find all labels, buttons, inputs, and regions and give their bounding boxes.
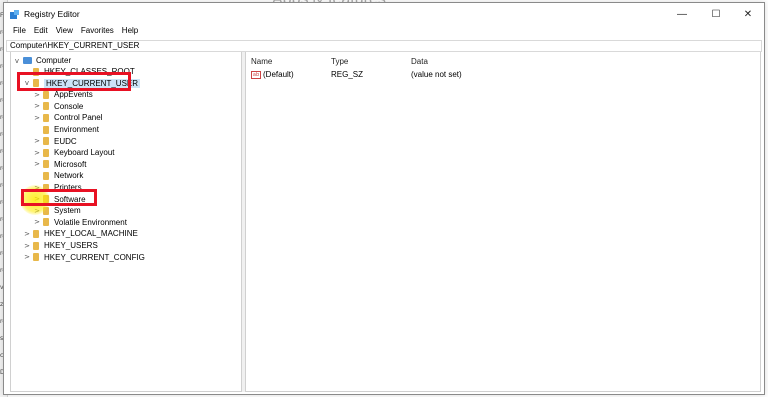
maximize-button[interactable]: ☐ — [701, 6, 731, 22]
chevron-right-icon[interactable]: > — [23, 242, 31, 250]
tree-item-computer[interactable]: v Computer — [13, 55, 71, 66]
annotation-box-current-user — [17, 72, 131, 91]
address-bar[interactable]: Computer\HKEY_CURRENT_USER — [6, 40, 762, 52]
menu-file[interactable]: File — [9, 25, 30, 39]
tree-item-eudc[interactable]: > EUDC — [33, 136, 77, 147]
tree-item-label: Volatile Environment — [54, 217, 127, 227]
tree-item-label: Console — [54, 101, 84, 111]
chevron-right-icon[interactable]: > — [33, 160, 41, 168]
folder-icon — [43, 148, 49, 157]
column-header-type[interactable]: Type — [331, 57, 348, 66]
tree-item-label: System — [54, 206, 81, 216]
tree-item-label: Keyboard Layout — [54, 148, 115, 158]
folder-icon — [43, 171, 49, 180]
tree-item-label: HKEY_LOCAL_MACHINE — [44, 229, 138, 239]
tree-item-hkey-current-config[interactable]: > HKEY_CURRENT_CONFIG — [23, 252, 145, 263]
tree-item-label: AppEvents — [54, 90, 93, 100]
chevron-right-icon[interactable]: > — [33, 102, 41, 110]
value-data: (value not set) — [411, 70, 462, 79]
folder-icon — [43, 90, 49, 99]
tree-item-microsoft[interactable]: > Microsoft — [33, 159, 86, 170]
folder-icon — [43, 160, 49, 169]
minimize-button[interactable]: — — [667, 6, 697, 22]
chevron-right-icon[interactable]: > — [33, 218, 41, 226]
tree-item-keyboard-layout[interactable]: > Keyboard Layout — [33, 147, 115, 158]
menu-bar: File Edit View Favorites Help — [4, 25, 764, 39]
value-name: (Default) — [263, 70, 294, 79]
registry-tree-pane[interactable]: v Computer HKEY_CLASSES_ROOT v HKEY_CURRENT_… — [10, 52, 242, 392]
folder-icon — [43, 218, 49, 227]
string-value-icon: ab — [251, 70, 261, 79]
menu-edit[interactable]: Edit — [30, 25, 52, 39]
folder-icon — [43, 113, 49, 122]
tree-item-label: Control Panel — [54, 113, 103, 123]
registry-app-icon — [10, 10, 19, 19]
tree-item-console[interactable]: > Console — [33, 101, 83, 112]
tree-item-volatile-environment[interactable]: > Volatile Environment — [33, 217, 127, 228]
computer-icon — [23, 57, 32, 64]
chevron-right-icon[interactable]: > — [33, 137, 41, 145]
folder-icon — [33, 241, 39, 250]
chevron-right-icon[interactable]: > — [23, 253, 31, 261]
folder-icon — [43, 125, 49, 134]
tree-item-hkey-local-machine[interactable]: > HKEY_LOCAL_MACHINE — [23, 228, 138, 239]
tree-item-label: EUDC — [54, 136, 77, 146]
annotation-box-software — [21, 189, 97, 206]
close-button[interactable]: ✕ — [733, 6, 763, 22]
chevron-right-icon[interactable]: > — [33, 149, 41, 157]
tree-item-label: HKEY_CURRENT_CONFIG — [44, 252, 145, 262]
column-header-name[interactable]: Name — [251, 57, 272, 66]
menu-view[interactable]: View — [52, 25, 77, 39]
tree-item-hkey-users[interactable]: > HKEY_USERS — [23, 240, 98, 251]
chevron-right-icon[interactable]: > — [23, 230, 31, 238]
tree-item-label: Microsoft — [54, 159, 87, 169]
tree-item-label: Environment — [54, 125, 99, 134]
column-header-data[interactable]: Data — [411, 57, 428, 66]
chevron-right-icon[interactable]: > — [33, 91, 41, 99]
folder-icon — [33, 253, 39, 262]
registry-editor-window: Registry Editor — ☐ ✕ File Edit View Fav… — [3, 2, 765, 395]
value-type: REG_SZ — [331, 70, 364, 79]
tree-item-label: HKEY_USERS — [44, 241, 98, 250]
chevron-down-icon[interactable]: v — [13, 57, 21, 65]
chevron-right-icon[interactable]: > — [33, 114, 41, 122]
tree-item-environment[interactable]: Environment — [33, 124, 99, 135]
tree-item-label: Computer — [36, 56, 72, 65]
menu-favorites[interactable]: Favorites — [77, 25, 118, 39]
folder-icon — [43, 102, 49, 111]
tree-item-label: Network — [54, 171, 84, 181]
title-bar[interactable]: Registry Editor — ☐ ✕ — [4, 3, 764, 25]
values-pane[interactable]: Name Type Data ab (Default) REG_SZ (valu… — [245, 52, 761, 392]
tree-item-control-panel[interactable]: > Control Panel — [33, 112, 102, 123]
tree-item-network[interactable]: Network — [33, 170, 83, 181]
value-row[interactable]: ab (Default) REG_SZ (value not set) — [251, 70, 651, 79]
menu-help[interactable]: Help — [118, 25, 142, 39]
folder-icon — [33, 229, 39, 238]
folder-icon — [43, 137, 49, 146]
window-title: Registry Editor — [24, 9, 80, 19]
